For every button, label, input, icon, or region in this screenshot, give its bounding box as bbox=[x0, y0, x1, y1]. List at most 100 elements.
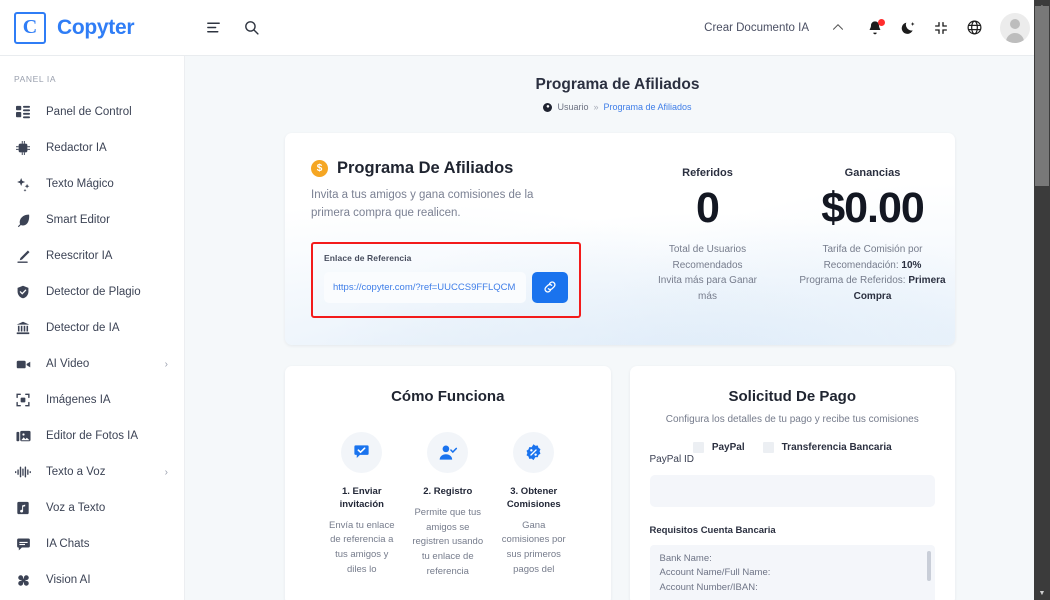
moon-icon[interactable] bbox=[900, 20, 916, 36]
sidebar-item-detector-de-ia[interactable]: Detector de IA bbox=[0, 310, 184, 346]
sidebar-item-label: Texto a Voz bbox=[46, 466, 106, 478]
step-item: 3. Obtener Comisiones Gana comisiones po… bbox=[498, 432, 570, 579]
sidebar-item-reescritor-ia[interactable]: Reescritor IA bbox=[0, 238, 184, 274]
requirement-line: Account Number/IBAN: bbox=[659, 581, 758, 593]
shield-check-icon bbox=[14, 285, 32, 299]
app-body: PANEL IA Panel de Control Redactor IA Te… bbox=[0, 56, 1050, 600]
radio-icon[interactable] bbox=[692, 442, 704, 453]
step-text: Envía tu enlace de referencia a tus amig… bbox=[329, 519, 395, 575]
radio-icon[interactable] bbox=[762, 442, 774, 453]
sidebar-item-label: AI Video bbox=[46, 358, 90, 370]
user-check-icon bbox=[427, 432, 469, 473]
step-title: 2. Registro bbox=[423, 486, 473, 497]
sidebar-item-imagenes-ia[interactable]: Imágenes IA bbox=[0, 382, 184, 418]
sidebar-section-title: PANEL IA bbox=[14, 74, 57, 84]
sidebar-item-texto-a-voz[interactable]: Texto a Voz › bbox=[0, 454, 184, 490]
topbar-right-actions: Crear Documento IA bbox=[704, 12, 1050, 43]
textarea-scrollbar[interactable] bbox=[927, 551, 931, 581]
stat-desc-bold: Primera bbox=[908, 275, 946, 287]
compress-icon[interactable] bbox=[933, 20, 949, 36]
step-text: Gana comisiones por sus primeros pagos d… bbox=[501, 519, 566, 575]
notification-dot bbox=[878, 18, 885, 26]
chevron-right-icon: › bbox=[164, 358, 168, 370]
paypal-id-label: PayPal ID bbox=[649, 454, 694, 465]
bank-requirements-textarea[interactable]: Bank Name: Account Name/Full Name: Accou… bbox=[649, 545, 935, 600]
page-title: Programa de Afiliados bbox=[535, 76, 700, 93]
search-icon[interactable] bbox=[243, 19, 260, 36]
payout-title: Solicitud De Pago bbox=[728, 388, 856, 405]
chat-check-icon bbox=[341, 432, 383, 473]
sidebar-item-label: Redactor IA bbox=[46, 142, 107, 154]
stat-desc-line: Recomendación: bbox=[823, 259, 902, 271]
scroll-down-arrow-icon[interactable]: ▼ bbox=[1034, 586, 1050, 600]
sidebar-item-voz-a-texto[interactable]: Voz a Texto bbox=[0, 490, 184, 526]
referral-link-input[interactable]: https://copyter.com/?ref=UUCCS9FFLQCM bbox=[324, 271, 526, 303]
affiliate-title-row: $ Programa De Afiliados bbox=[311, 159, 625, 178]
payment-method-paypal[interactable]: PayPal bbox=[692, 442, 745, 453]
affiliate-program-card: $ Programa De Afiliados Invita a tus ami… bbox=[285, 133, 955, 345]
sidebar-item-vision-ai[interactable]: Vision AI bbox=[0, 562, 184, 598]
sidebar-item-panel-de-control[interactable]: Panel de Control bbox=[0, 94, 184, 130]
scrollbar-thumb[interactable] bbox=[1035, 6, 1049, 186]
page-scrollbar[interactable]: ▲ ▼ bbox=[1034, 0, 1050, 600]
percent-badge-icon bbox=[513, 432, 555, 473]
create-document-button[interactable]: Crear Documento IA bbox=[704, 22, 809, 34]
menu-lines-icon[interactable] bbox=[205, 19, 222, 36]
user-circle-icon: ● bbox=[543, 102, 553, 112]
sidebar-item-smart-editor[interactable]: Smart Editor bbox=[0, 202, 184, 238]
stat-desc-line: Recomendados bbox=[672, 259, 743, 271]
requirement-line: Bank Name: bbox=[659, 553, 712, 564]
sidebar-item-ia-chats[interactable]: IA Chats bbox=[0, 526, 184, 562]
stat-referidos: Referidos 0 Total de Usuarios Recomendad… bbox=[625, 167, 790, 345]
video-camera-icon bbox=[14, 357, 32, 372]
affiliate-card-left: $ Programa De Afiliados Invita a tus ami… bbox=[285, 133, 625, 345]
sidebar-item-editor-de-fotos-ia[interactable]: Editor de Fotos IA bbox=[0, 418, 184, 454]
link-chain-icon[interactable] bbox=[532, 271, 568, 303]
affiliate-card-title: Programa De Afiliados bbox=[337, 159, 514, 177]
chevron-right-icon: › bbox=[164, 466, 168, 478]
globe-icon[interactable] bbox=[966, 19, 983, 36]
breadcrumb-root[interactable]: Usuario bbox=[557, 102, 588, 112]
sidebar-item-detector-de-plagio[interactable]: Detector de Plagio bbox=[0, 274, 184, 310]
brand-logo-area[interactable]: C Copyter bbox=[0, 11, 185, 44]
sidebar-item-label: Panel de Control bbox=[46, 106, 132, 118]
sidebar-item-label: IA Chats bbox=[46, 538, 90, 550]
stat-description: Total de Usuarios Recomendados Invita má… bbox=[631, 242, 784, 304]
stat-ganancias: Ganancias $0.00 Tarifa de Comisión por R… bbox=[790, 167, 955, 345]
sidebar-item-texto-magico[interactable]: Texto Mágico bbox=[0, 166, 184, 202]
ai-chip-icon bbox=[14, 141, 32, 155]
stat-desc-bold: Compra bbox=[853, 290, 892, 302]
waveform-icon bbox=[14, 465, 32, 479]
payout-request-card: Solicitud De Pago Configura los detalles… bbox=[629, 366, 955, 600]
stat-desc-line: más bbox=[698, 290, 717, 302]
sidebar: PANEL IA Panel de Control Redactor IA Te… bbox=[0, 56, 185, 600]
payment-method-bank-transfer[interactable]: Transferencia Bancaria bbox=[762, 442, 892, 453]
bottom-cards-row: Cómo Funciona 1. Enviar invitación Envía… bbox=[285, 366, 955, 600]
breadcrumb-separator: » bbox=[593, 102, 599, 112]
payment-method-options: PayPal Transferencia Bancaria bbox=[650, 442, 936, 453]
sidebar-item-label: Editor de Fotos IA bbox=[46, 430, 139, 442]
how-it-works-card: Cómo Funciona 1. Enviar invitación Envía… bbox=[285, 366, 611, 600]
brand-name: Copyter bbox=[57, 15, 135, 39]
paypal-id-input[interactable] bbox=[649, 475, 935, 507]
sidebar-item-label: Texto Mágico bbox=[46, 178, 114, 190]
payout-subtitle: Configura los detalles de tu pago y reci… bbox=[665, 414, 919, 425]
main-content: Programa de Afiliados ● Usuario » Progra… bbox=[185, 56, 1050, 600]
stat-description: Tarifa de Comisión por Recomendación: 10… bbox=[796, 242, 949, 304]
sidebar-item-redactor-ia[interactable]: Redactor IA bbox=[0, 130, 184, 166]
step-text: Permite que tus amigos se registren usan… bbox=[412, 506, 484, 577]
sidebar-item-label: Smart Editor bbox=[46, 214, 110, 226]
payment-method-label: Transferencia Bancaria bbox=[781, 442, 892, 453]
stat-value: $0.00 bbox=[821, 184, 925, 232]
chat-bubble-icon bbox=[14, 537, 32, 552]
payment-method-label: PayPal bbox=[711, 442, 745, 453]
vision-brain-icon bbox=[14, 573, 32, 588]
sidebar-item-ai-video[interactable]: AI Video › bbox=[0, 346, 184, 382]
breadcrumb-current[interactable]: Programa de Afiliados bbox=[603, 102, 691, 112]
avatar[interactable] bbox=[1000, 12, 1030, 43]
pencil-icon bbox=[14, 249, 32, 264]
bell-icon[interactable] bbox=[867, 18, 885, 36]
chevron-up-icon[interactable] bbox=[826, 22, 850, 34]
step-item: 1. Enviar invitación Envía tu enlace de … bbox=[326, 432, 398, 579]
audio-file-icon bbox=[14, 501, 32, 515]
